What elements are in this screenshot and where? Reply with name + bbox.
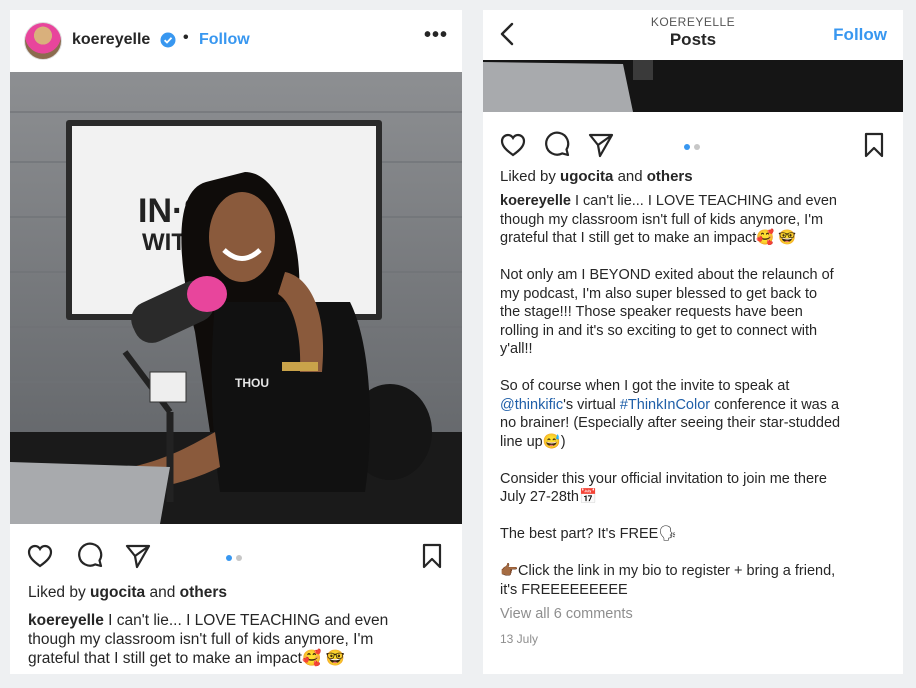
caption-line: grateful that I still get to make an imp… <box>500 230 797 246</box>
liked-user[interactable]: ugocita <box>560 168 613 185</box>
heart-icon[interactable] <box>499 131 527 159</box>
follow-button[interactable]: Follow <box>833 25 887 45</box>
shirt-text: THOU <box>235 376 269 390</box>
post-header: koereyelle • Follow ••• <box>10 10 462 72</box>
separator-dot: • <box>183 29 189 46</box>
carousel-indicator <box>226 555 246 561</box>
liked-and: and <box>149 584 176 601</box>
liked-by: Liked by ugocita and others <box>500 167 693 186</box>
action-bar <box>10 534 462 574</box>
bookmark-icon[interactable] <box>418 542 446 570</box>
caption-line: it's FREEEEEEEEE <box>500 581 628 598</box>
right-post-detail: KOEREYELLE Posts Follow Liked by ugocita <box>483 10 903 674</box>
paper-plane-icon[interactable] <box>124 542 152 570</box>
liked-others[interactable]: others <box>647 168 693 185</box>
podcast-photo: IN·ST WITH THOU <box>10 72 462 524</box>
view-comments-link[interactable]: View all 6 comments <box>500 605 895 624</box>
liked-prefix: Liked by <box>28 584 86 601</box>
bookmark-icon[interactable] <box>860 131 888 159</box>
caption-line: the stage!!! Those speaker requests have… <box>500 304 803 320</box>
comment-icon[interactable] <box>76 542 104 570</box>
liked-others[interactable]: others <box>180 584 227 601</box>
mention-link[interactable]: @thinkific <box>500 397 563 413</box>
caption-line: The best part? It's FREE🗣 <box>500 526 677 542</box>
posts-header: KOEREYELLE Posts Follow <box>483 10 903 60</box>
hashtag-link[interactable]: #ThinkInColor <box>620 397 710 413</box>
caption-line: though my classroom isn't full of kids a… <box>500 211 824 228</box>
post-photo-cropped[interactable] <box>483 60 903 112</box>
left-post-card: koereyelle • Follow ••• IN·ST WITH THOU … <box>10 10 462 674</box>
follow-button[interactable]: Follow <box>199 31 250 49</box>
verified-badge-icon <box>160 32 176 48</box>
liked-prefix: Liked by <box>500 168 556 185</box>
caption-line: y'all!! <box>500 341 533 357</box>
caption-line: grateful that I still get to make an imp… <box>28 650 345 667</box>
caption-line: So of course when I got the invite to sp… <box>500 378 790 394</box>
caption-line: Consider this your official invitation t… <box>500 470 827 487</box>
post-photo[interactable]: IN·ST WITH THOU <box>10 72 462 524</box>
caption-line: no brainer! (Especially after seeing the… <box>500 415 841 431</box>
avatar[interactable] <box>24 22 62 60</box>
caption-line: I can't lie... I LOVE TEACHING and even <box>574 193 837 209</box>
liked-by: Liked by ugocita and others <box>28 583 227 602</box>
caption-text: 's virtual <box>563 396 616 413</box>
more-options-icon[interactable]: ••• <box>424 24 448 47</box>
action-bar <box>483 123 903 163</box>
liked-user[interactable]: ugocita <box>90 584 145 601</box>
post-date: 13 July <box>500 631 539 646</box>
caption-line: I can't lie... I LOVE TEACHING and even <box>108 612 389 629</box>
heart-icon[interactable] <box>26 542 54 570</box>
username[interactable]: koereyelle <box>72 31 150 49</box>
photo-strip <box>483 60 903 112</box>
caption-line: July 27-28th📅 <box>500 489 598 505</box>
caption-text: conference it was a <box>714 396 840 413</box>
carousel-indicator <box>684 144 704 150</box>
caption-username[interactable]: koereyelle <box>500 193 571 209</box>
comment-icon[interactable] <box>543 131 571 159</box>
carousel-dot-active <box>226 555 232 561</box>
carousel-dot <box>236 555 242 561</box>
caption-line: line up😅) <box>500 433 566 450</box>
full-caption: koereyelle I can't lie... I LOVE TEACHIN… <box>500 192 895 648</box>
caption-line: Not only am I BEYOND exited about the re… <box>500 267 834 283</box>
caption: koereyelle I can't lie... I LOVE TEACHIN… <box>28 611 448 668</box>
caption-line: 👉🏾Click the link in my bio to register +… <box>500 563 836 579</box>
caption-line: rolling in and it's so exciting to get t… <box>500 322 818 339</box>
caption-username[interactable]: koereyelle <box>28 612 104 629</box>
carousel-dot-active <box>684 144 690 150</box>
caption-line: my podcast, I'm also super blessed to ge… <box>500 285 818 302</box>
liked-and: and <box>617 168 643 185</box>
carousel-dot <box>694 144 700 150</box>
paper-plane-icon[interactable] <box>587 131 615 159</box>
caption-line: though my classroom isn't full of kids a… <box>28 631 374 648</box>
